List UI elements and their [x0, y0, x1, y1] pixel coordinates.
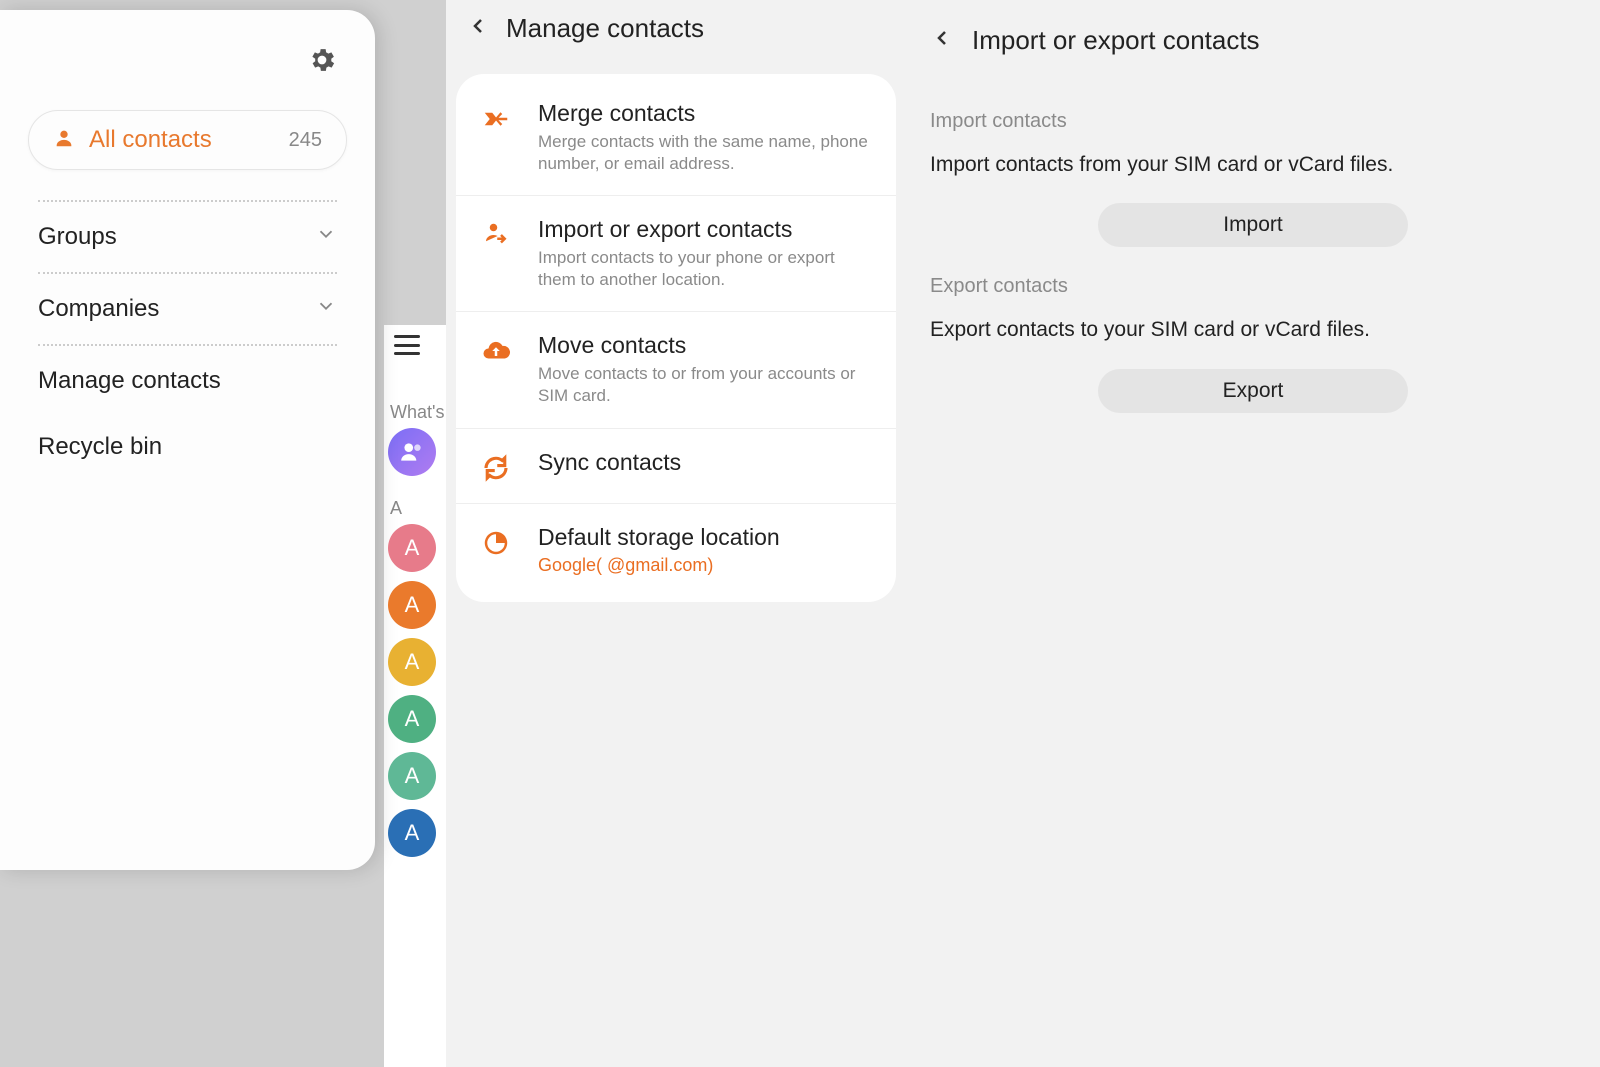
import-description: Import contacts from your SIM card or vC… [930, 151, 1576, 179]
merge-title: Merge contacts [538, 100, 876, 127]
recycle-label: Recycle bin [38, 433, 162, 461]
row-default-storage[interactable]: Default storage location Google( @gmail.… [456, 503, 896, 596]
move-title: Move contacts [538, 332, 876, 359]
import-export-title: Import or export contacts [972, 25, 1260, 56]
export-section-label: Export contacts [930, 275, 1576, 298]
import-export-title: Import or export contacts [538, 216, 876, 243]
drawer-item-companies[interactable]: Companies [38, 274, 337, 344]
contact-avatar[interactable]: A [388, 524, 436, 572]
companies-label: Companies [38, 295, 159, 323]
export-button[interactable]: Export [1098, 369, 1408, 413]
drawer-item-manage[interactable]: Manage contacts [38, 346, 337, 416]
gear-icon[interactable] [307, 45, 337, 80]
import-export-desc: Import contacts to your phone or export … [538, 247, 876, 291]
chevron-down-icon [315, 223, 337, 252]
contacts-drawer-screen: What's A All contacts 245 Groups Compani… [0, 0, 446, 1067]
groups-label: Groups [38, 223, 117, 251]
row-import-export[interactable]: Import or export contacts Import contact… [456, 195, 896, 311]
drawer-item-groups[interactable]: Groups [38, 202, 337, 272]
import-section-label: Import contacts [930, 110, 1576, 133]
contact-avatar[interactable]: A [388, 581, 436, 629]
contact-avatar[interactable]: A [388, 752, 436, 800]
row-move-contacts[interactable]: Move contacts Move contacts to or from y… [456, 311, 896, 427]
profile-avatar[interactable] [388, 428, 436, 476]
storage-sub: Google( @gmail.com) [538, 555, 876, 576]
all-contacts-count: 245 [289, 129, 322, 152]
import-export-header: Import or export contacts [906, 0, 1600, 80]
row-sync-contacts[interactable]: Sync contacts [456, 428, 896, 503]
move-desc: Move contacts to or from your accounts o… [538, 363, 876, 407]
manage-header: Manage contacts [446, 0, 906, 56]
section-label-a: A [390, 498, 402, 519]
navigation-drawer: All contacts 245 Groups Companies Manage… [0, 10, 375, 870]
sync-title: Sync contacts [538, 449, 876, 476]
all-contacts-label: All contacts [89, 126, 289, 154]
drawer-item-recycle[interactable]: Recycle bin [38, 416, 337, 478]
chevron-down-icon [315, 295, 337, 324]
section-label-whats: What's [390, 402, 444, 423]
row-merge-contacts[interactable]: Merge contacts Merge contacts with the s… [456, 80, 896, 195]
back-icon[interactable] [466, 14, 490, 43]
manage-title: Manage contacts [506, 13, 704, 44]
merge-icon [476, 100, 516, 175]
back-icon[interactable] [930, 26, 954, 55]
storage-title: Default storage location [538, 524, 876, 551]
merge-desc: Merge contacts with the same name, phone… [538, 131, 876, 175]
contact-avatar[interactable]: A [388, 638, 436, 686]
storage-icon [476, 524, 516, 576]
contact-avatar[interactable]: A [388, 695, 436, 743]
hamburger-icon[interactable] [394, 335, 420, 355]
manage-label: Manage contacts [38, 367, 221, 395]
cloud-upload-icon [476, 332, 516, 407]
import-export-icon [476, 216, 516, 291]
all-contacts-pill[interactable]: All contacts 245 [28, 110, 347, 170]
import-export-screen: Import or export contacts Import contact… [906, 0, 1600, 1067]
manage-options-card: Merge contacts Merge contacts with the s… [456, 74, 896, 602]
export-description: Export contacts to your SIM card or vCar… [930, 316, 1576, 344]
manage-contacts-screen: Manage contacts Merge contacts Merge con… [446, 0, 906, 1067]
person-icon [53, 127, 75, 154]
contact-avatar[interactable]: A [388, 809, 436, 857]
sync-icon [476, 449, 516, 483]
import-button[interactable]: Import [1098, 203, 1408, 247]
